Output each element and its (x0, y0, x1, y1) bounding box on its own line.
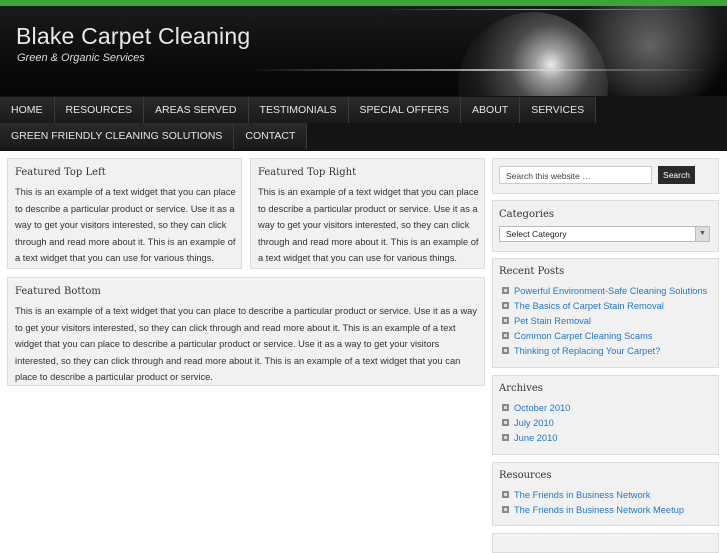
widget-text: This is an example of a text widget that… (15, 184, 236, 267)
resource-link[interactable]: The Friends in Business Network (514, 490, 650, 500)
featured-top-left-widget: Featured Top Left This is an example of … (7, 158, 242, 269)
widget-text-line: way to get your visitors interested, so … (258, 220, 470, 230)
search-input[interactable]: Search this website … (499, 166, 652, 184)
widget-text-line: interested, so they can click through an… (15, 355, 461, 366)
widget-text-line: This is an example of a text widget that… (15, 187, 236, 197)
site-tagline: Green & Organic Services (17, 52, 145, 64)
bullet-icon (502, 317, 509, 324)
widget-text-line: to describe a particular product or serv… (15, 203, 235, 214)
list-item: The Basics of Carpet Stain Removal (502, 298, 664, 313)
nav-resources[interactable]: RESOURCES (54, 97, 145, 123)
bullet-icon (502, 287, 509, 294)
widget-text-line: through and read more about it. This is … (258, 236, 479, 247)
archives-title: Archives (499, 383, 543, 394)
widget-text-line: place to describe a particular product o… (15, 372, 213, 382)
list-item: June 2010 (502, 430, 557, 445)
archive-link[interactable]: July 2010 (514, 418, 554, 428)
widget-title: Featured Top Right (258, 167, 357, 178)
widget-text: This is an example of a text widget that… (258, 184, 479, 267)
nav-row-secondary: GREEN FRIENDLY CLEANING SOLUTIONS CONTAC… (0, 123, 308, 149)
site-header: Blake Carpet Cleaning Green & Organic Se… (0, 6, 727, 96)
widget-text-line: This is an example of a text widget that… (258, 187, 479, 197)
widget-text-line: a text widget that you can use for vario… (15, 253, 214, 263)
nav-about[interactable]: ABOUT (461, 97, 521, 123)
recent-post-link[interactable]: Common Carpet Cleaning Scams (514, 331, 652, 341)
categories-title: Categories (499, 209, 554, 220)
site-title[interactable]: Blake Carpet Cleaning (16, 23, 250, 50)
list-item: Common Carpet Cleaning Scams (502, 328, 652, 343)
bullet-icon (502, 434, 509, 441)
list-item: Powerful Environment-Safe Cleaning Solut… (502, 283, 707, 298)
list-item: July 2010 (502, 415, 554, 430)
widget-text-line: to describe a particular product or serv… (258, 203, 478, 214)
list-item: Thinking of Replacing Your Carpet? (502, 343, 660, 358)
bullet-icon (502, 491, 509, 498)
resource-link[interactable]: The Friends in Business Network Meetup (514, 505, 684, 515)
recent-post-link[interactable]: Powerful Environment-Safe Cleaning Solut… (514, 286, 707, 296)
nav-home[interactable]: HOME (0, 97, 55, 123)
widget-text-line: widget that you can place to describe a … (15, 339, 440, 349)
bullet-icon (502, 419, 509, 426)
nav-row-primary: HOME RESOURCES AREAS SERVED TESTIMONIALS… (0, 97, 597, 123)
chevron-down-icon[interactable]: ▼ (695, 227, 709, 241)
category-select[interactable]: Select Category ▼ (499, 226, 710, 242)
widget-text-line: a text widget that you can use for vario… (258, 253, 457, 263)
nav-green-cleaning[interactable]: GREEN FRIENDLY CLEANING SOLUTIONS (0, 123, 235, 149)
bullet-icon (502, 302, 509, 309)
recent-posts-title: Recent Posts (499, 266, 565, 277)
archive-link[interactable]: June 2010 (514, 433, 557, 443)
nav-areas-served[interactable]: AREAS SERVED (144, 97, 249, 123)
list-item: October 2010 (502, 400, 570, 415)
search-button[interactable]: Search (658, 166, 695, 184)
recent-post-link[interactable]: Thinking of Replacing Your Carpet? (514, 346, 660, 356)
widget-title: Featured Bottom (15, 286, 101, 297)
widget-title: Featured Top Left (15, 167, 106, 178)
list-item: Pet Stain Removal (502, 313, 591, 328)
list-item: The Friends in Business Network (502, 487, 650, 502)
bullet-icon (502, 347, 509, 354)
main-navigation: HOME RESOURCES AREAS SERVED TESTIMONIALS… (0, 96, 727, 151)
recent-post-link[interactable]: The Basics of Carpet Stain Removal (514, 301, 664, 311)
nav-contact[interactable]: CONTACT (234, 123, 308, 149)
widget-text-line: way to get your visitors interested, so … (15, 220, 227, 230)
next-widget (492, 533, 719, 553)
nav-services[interactable]: SERVICES (520, 97, 597, 123)
header-streak (380, 9, 700, 10)
widget-text-line: This is an example of a text widget that… (15, 306, 477, 316)
archive-link[interactable]: October 2010 (514, 403, 570, 413)
category-select-value: Select Category (506, 229, 567, 239)
featured-top-right-widget: Featured Top Right This is an example of… (250, 158, 485, 269)
bullet-icon (502, 506, 509, 513)
widget-text-line: to get your visitors interested, so they… (15, 322, 456, 333)
recent-post-link[interactable]: Pet Stain Removal (514, 316, 591, 326)
nav-special-offers[interactable]: SPECIAL OFFERS (348, 97, 462, 123)
bullet-icon (502, 332, 509, 339)
featured-bottom-widget: Featured Bottom This is an example of a … (7, 277, 485, 386)
bullet-icon (502, 404, 509, 411)
widget-text-line: through and read more about it. This is … (15, 236, 236, 247)
widget-text: This is an example of a text widget that… (15, 303, 477, 386)
resources-title: Resources (499, 470, 552, 481)
nav-testimonials[interactable]: TESTIMONIALS (248, 97, 349, 123)
list-item: The Friends in Business Network Meetup (502, 502, 684, 517)
header-streak (250, 69, 710, 71)
